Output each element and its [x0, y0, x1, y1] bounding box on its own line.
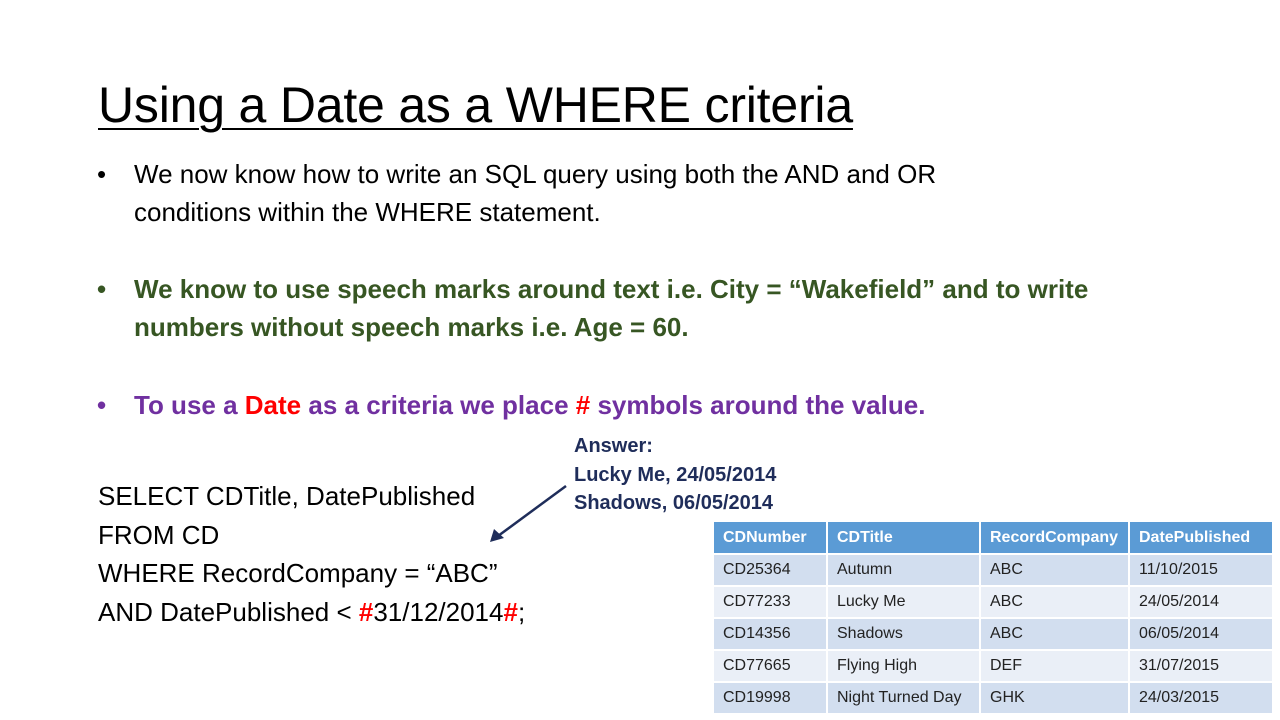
answer-line: Shadows, 06/05/2014: [574, 492, 774, 514]
table-cell: Autumn: [827, 553, 981, 586]
bullet-text: We now know how to write an SQL query us…: [134, 155, 936, 231]
table-cell: CD14356: [714, 617, 828, 650]
table-cell: Night Turned Day: [827, 681, 981, 713]
column-header: CDTitle: [827, 522, 981, 554]
table-cell: DEF: [980, 649, 1130, 682]
column-header: DatePublished: [1129, 522, 1274, 554]
column-header: RecordCompany: [980, 522, 1130, 554]
bullet-line: We know to use speech marks around text …: [134, 274, 1089, 304]
table-cell: CD77665: [714, 649, 828, 682]
table-cell: ABC: [980, 585, 1130, 618]
bullet-text: To use a Date as a criteria we place # s…: [134, 386, 925, 424]
answer-callout: Answer: Lucky Me, 24/05/2014 Shadows, 06…: [574, 432, 776, 518]
bullet-dot: •: [97, 390, 107, 420]
table-cell: CD77233: [714, 585, 828, 618]
sql-and-line: AND DatePublished < #31/12/2014#;: [98, 593, 525, 632]
bullet-line: numbers without speech marks i.e. Age = …: [134, 312, 689, 342]
answer-line: Lucky Me, 24/05/2014: [574, 463, 777, 486]
table-cell: Shadows: [827, 617, 981, 650]
table-row: CD19998 Night Turned Day GHK 24/03/2015: [714, 681, 1274, 713]
table-cell: 24/03/2015: [1129, 681, 1274, 713]
column-header: CDNumber: [714, 522, 828, 554]
table-cell: Lucky Me: [827, 585, 981, 618]
bullet-line: We now know how to write an SQL query us…: [134, 159, 937, 189]
table-cell: 06/05/2014: [1129, 617, 1274, 650]
date-keyword: Date: [244, 390, 302, 420]
table-cell: Flying High: [827, 649, 981, 682]
slide-title: Using a Date as a WHERE criteria: [98, 77, 853, 133]
table-row: CD25364 Autumn ABC 11/10/2015: [714, 553, 1274, 586]
table-cell: ABC: [980, 553, 1130, 586]
sql-where-line: WHERE RecordCompany = “ABC”: [98, 558, 498, 588]
bullet-line: conditions within the WHERE statement.: [134, 197, 601, 227]
table-header-row: CDNumber CDTitle RecordCompany DatePubli…: [714, 522, 1274, 554]
answer-label: Answer:: [574, 435, 653, 457]
bullet-part: symbols around the value.: [590, 390, 926, 420]
table-row: CD77665 Flying High DEF 31/07/2015: [714, 649, 1274, 682]
sql-and-part: AND DatePublished <: [98, 596, 359, 627]
bullet-dot: •: [97, 159, 107, 189]
sql-hash-close: #: [503, 596, 518, 627]
cd-table: CDNumber CDTitle RecordCompany DatePubli…: [714, 522, 1274, 713]
hash-symbol: #: [575, 390, 591, 420]
sql-terminator: ;: [517, 596, 526, 627]
table-row: CD14356 Shadows ABC 06/05/2014: [714, 617, 1274, 650]
bullet-part: as a criteria we place: [301, 390, 576, 420]
table-cell: 11/10/2015: [1129, 553, 1274, 586]
sql-from-line: FROM CD: [98, 519, 220, 550]
table-cell: CD19998: [714, 681, 828, 713]
sql-date-value: 31/12/2014: [373, 596, 504, 627]
table-cell: ABC: [980, 617, 1130, 650]
bullet-text: We know to use speech marks around text …: [134, 270, 1088, 346]
bullet-dot: •: [97, 274, 107, 304]
bullet-part: To use a: [134, 390, 245, 420]
arrow-icon: [490, 484, 567, 542]
sql-query: SELECT CDTitle, DatePublished FROM CD WH…: [98, 477, 525, 631]
table-cell: CD25364: [714, 553, 828, 586]
sql-select-line: SELECT CDTitle, DatePublished: [98, 481, 476, 511]
table-cell: GHK: [980, 681, 1130, 713]
table-cell: 24/05/2014: [1129, 585, 1274, 618]
sql-hash-open: #: [358, 596, 374, 627]
table-row: CD77233 Lucky Me ABC 24/05/2014: [714, 585, 1274, 618]
table-cell: 31/07/2015: [1129, 649, 1274, 682]
